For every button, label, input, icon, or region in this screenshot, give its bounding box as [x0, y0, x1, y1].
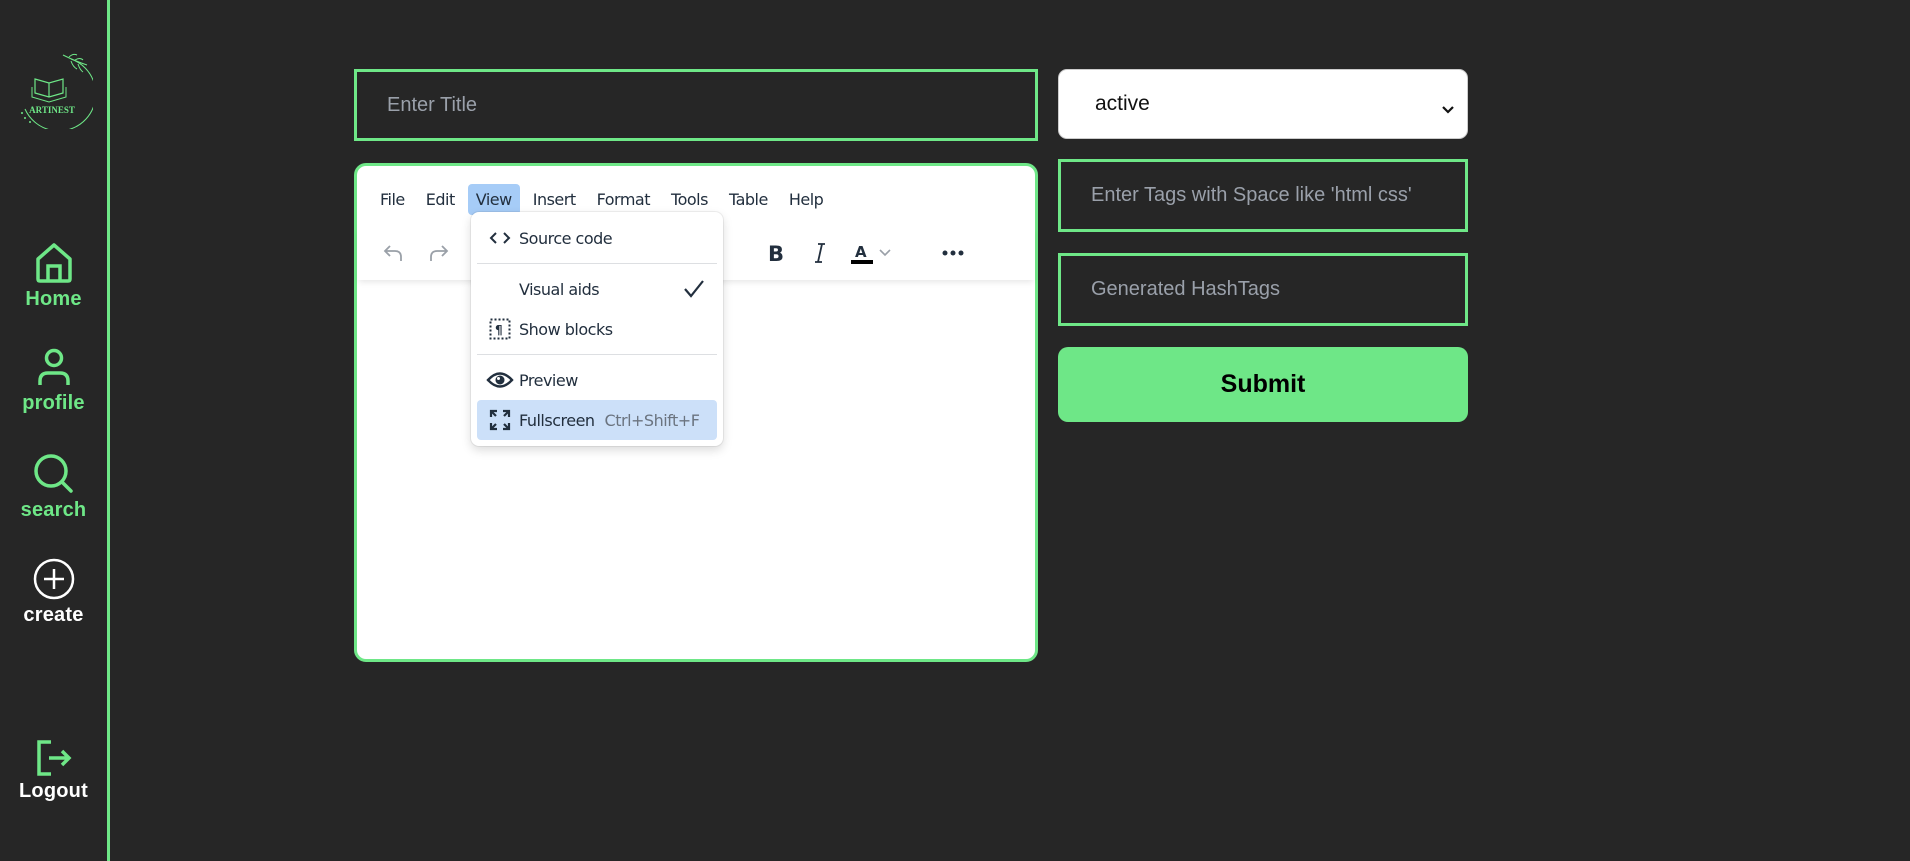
menu-divider	[477, 263, 717, 264]
sidebar: ARTINEST Home profile search create Logo…	[0, 0, 110, 861]
artinest-logo[interactable]: ARTINEST	[11, 47, 97, 132]
checkmark-icon	[683, 278, 705, 304]
sidebar-item-label: profile	[22, 392, 85, 414]
user-icon	[37, 348, 70, 385]
svg-text:ARTINEST: ARTINEST	[29, 105, 75, 115]
sidebar-item-search[interactable]: search	[0, 453, 107, 522]
more-button[interactable]	[936, 236, 970, 270]
status-select-value: active	[1095, 92, 1150, 115]
redo-icon	[430, 245, 449, 261]
menu-tools[interactable]: Tools	[663, 184, 716, 215]
view-menu-dropdown: Source code Visual aids ¶ Show blocks Pr…	[471, 212, 723, 446]
logo-icon: ARTINEST	[21, 53, 97, 132]
logout-icon	[36, 740, 71, 776]
menu-item-label: Source code	[519, 228, 613, 248]
bold-button[interactable]: B	[759, 236, 793, 270]
show-blocks-icon: ¶	[481, 318, 519, 340]
submit-button[interactable]: Submit	[1058, 347, 1468, 422]
redo-button[interactable]	[422, 236, 456, 270]
sidebar-item-label: search	[20, 499, 87, 521]
svg-text:B: B	[768, 242, 784, 264]
more-icon	[942, 250, 964, 256]
generated-hashtags-field[interactable]	[1058, 253, 1468, 326]
text-color-dropdown[interactable]	[874, 236, 896, 270]
status-select[interactable]: active	[1058, 69, 1468, 139]
svg-text:¶: ¶	[495, 323, 503, 337]
italic-button[interactable]	[803, 236, 837, 270]
menu-item-shortcut: Ctrl+Shift+F	[604, 410, 700, 430]
italic-icon	[815, 243, 825, 263]
home-icon	[35, 243, 72, 283]
sidebar-item-label: Home	[25, 288, 82, 310]
menu-divider	[477, 354, 717, 355]
menu-item-label: Fullscreen	[519, 410, 595, 430]
logout-button[interactable]: Logout	[0, 740, 107, 803]
plus-circle-icon	[33, 558, 74, 600]
chevron-down-icon	[879, 249, 891, 257]
chevron-down-icon	[1441, 97, 1455, 121]
menu-item-source-code[interactable]: Source code	[477, 218, 717, 258]
menu-view[interactable]: View	[467, 183, 520, 215]
undo-button[interactable]	[376, 236, 410, 270]
sidebar-item-create[interactable]: create	[0, 558, 107, 627]
sidebar-item-profile[interactable]: profile	[0, 348, 107, 415]
logout-label: Logout	[19, 780, 88, 802]
menu-format[interactable]: Format	[589, 184, 658, 215]
menu-insert[interactable]: Insert	[525, 184, 584, 215]
menu-item-fullscreen[interactable]: Fullscreen Ctrl+Shift+F	[477, 400, 717, 440]
title-input[interactable]	[354, 69, 1038, 141]
bold-icon: B	[768, 242, 784, 264]
menu-item-label: Show blocks	[519, 319, 613, 339]
tags-input[interactable]	[1058, 159, 1468, 232]
menu-item-visual-aids[interactable]: Visual aids	[477, 269, 717, 309]
menu-item-show-blocks[interactable]: ¶ Show blocks	[477, 309, 717, 349]
menu-table[interactable]: Table	[721, 184, 776, 215]
menu-item-preview[interactable]: Preview	[477, 360, 717, 400]
sidebar-item-label: create	[23, 604, 84, 626]
menu-item-label: Visual aids	[519, 279, 600, 299]
eye-icon	[481, 371, 519, 389]
menu-help[interactable]: Help	[781, 184, 831, 215]
undo-icon	[383, 245, 402, 261]
text-color-icon: A	[851, 243, 873, 264]
menu-item-label: Preview	[519, 370, 578, 390]
editor-menubar: File Edit View Insert Format Tools Table…	[372, 182, 836, 216]
search-icon	[33, 454, 73, 493]
svg-text:A: A	[855, 243, 867, 261]
menu-file[interactable]: File	[372, 184, 413, 215]
source-code-icon	[481, 231, 519, 245]
sidebar-item-home[interactable]: Home	[0, 242, 107, 311]
menu-edit[interactable]: Edit	[418, 184, 463, 215]
fullscreen-icon	[481, 409, 519, 431]
